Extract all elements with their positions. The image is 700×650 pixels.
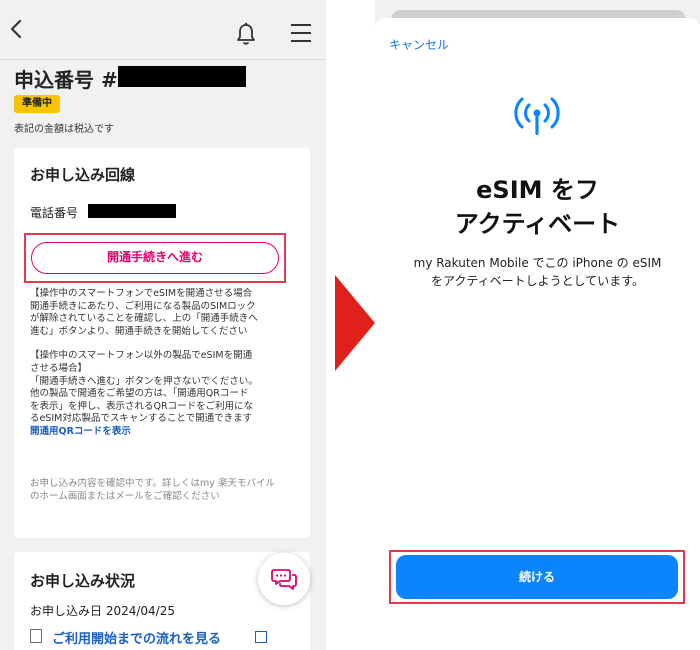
- show-qr-code-link[interactable]: 開通用QRコードを表示: [30, 426, 302, 439]
- line-card-title: お申し込み回線: [30, 166, 136, 184]
- esim-title-line1: eSIM をフ: [476, 176, 599, 204]
- note-line: が解除されていることを確認し、上の「開通手続きへ: [30, 313, 258, 325]
- highlight-box: 続ける: [389, 550, 685, 604]
- note-line: るeSIM対応製品でスキャンすることで開通できます: [30, 413, 253, 425]
- phone-number-label: 電話番号: [30, 206, 79, 220]
- esim-notes: 【操作中のスマートフォンでeSIMを開通させる場合 開通手続きにあたり、ご利用に…: [30, 288, 302, 439]
- esim-title-line2: アクティベート: [454, 210, 621, 238]
- chat-button[interactable]: [258, 553, 310, 605]
- esim-title: eSIM をフ アクティベート: [375, 173, 700, 241]
- esim-desc-line1: my Rakuten Mobile でこの iPhone の eSIM: [413, 256, 662, 270]
- order-number-title: 申込番号 #: [14, 68, 118, 92]
- note-line: させる場合】: [30, 362, 88, 374]
- right-arrow-icon: [335, 275, 375, 371]
- line-application-card: お申し込み回線 電話番号 開通手続きへ進む 【操作中のスマートフォンでeSIMを…: [14, 148, 310, 538]
- esim-desc-line2: をアクティベートしようとしています。: [430, 274, 645, 288]
- application-date: お申し込み日 2024/04/25: [30, 604, 175, 618]
- cancel-button[interactable]: キャンセル: [389, 36, 449, 53]
- note-line: 「開通手続きへ進む」ボタンを押さないでください。: [30, 375, 258, 387]
- app-header: [0, 0, 326, 60]
- confirm-notes: お申し込み内容を確認中です。詳しくはmy 楽天モバイル のホーム画面またはメール…: [30, 478, 302, 503]
- hamburger-menu-icon[interactable]: [291, 24, 311, 42]
- external-link-icon[interactable]: [255, 631, 267, 643]
- back-chevron-icon[interactable]: [10, 19, 22, 44]
- usage-flow-link[interactable]: ご利用開始までの流れを見る: [52, 628, 221, 647]
- document-icon: [30, 629, 42, 643]
- esim-description: my Rakuten Mobile でこの iPhone の eSIM をアクテ…: [375, 254, 700, 290]
- note-line: 進む」ボタンより、開通手続きを開始してください: [30, 325, 248, 337]
- note-line: 【操作中のスマートフォン以外の製品でeSIMを開通: [30, 350, 253, 362]
- ios-esim-screen: キャンセル eSIM をフ アクティベート my Rakuten Mobile …: [375, 0, 700, 650]
- note-line: を表示」を押し、表示されるQRコードをご利用にな: [30, 400, 254, 412]
- rakuten-app-screen: 申込番号 # 準備中 表記の金額は税込です お申し込み回線 電話番号 開通手続き…: [0, 0, 326, 650]
- confirm-note-line: お申し込み内容を確認中です。詳しくはmy 楽天モバイル: [30, 478, 275, 489]
- note-line: 開通手続きにあたり、ご利用になる製品のSIMロック: [30, 300, 256, 312]
- continue-button[interactable]: 続ける: [396, 555, 678, 599]
- status-badge: 準備中: [14, 95, 60, 113]
- note-line: 他の製品で開通をご希望の方は、「開通用QRコード: [30, 388, 249, 400]
- redacted-phone-number: [88, 204, 176, 218]
- note-line: 【操作中のスマートフォンでeSIMを開通させる場合: [30, 288, 253, 299]
- highlight-box: 開通手続きへ進む: [24, 233, 286, 283]
- tax-note: 表記の金額は税込です: [14, 124, 114, 135]
- activation-sheet: キャンセル eSIM をフ アクティベート my Rakuten Mobile …: [375, 18, 700, 650]
- status-card-title: お申し込み状況: [30, 572, 136, 590]
- chat-bubbles-icon: [271, 569, 297, 590]
- antenna-signal-icon: [514, 97, 560, 135]
- redacted-order-number: [118, 66, 246, 87]
- confirm-note-line: のホーム画面またはメールをご確認ください: [30, 490, 220, 502]
- bell-icon[interactable]: [236, 22, 256, 46]
- open-procedure-button[interactable]: 開通手続きへ進む: [31, 242, 279, 274]
